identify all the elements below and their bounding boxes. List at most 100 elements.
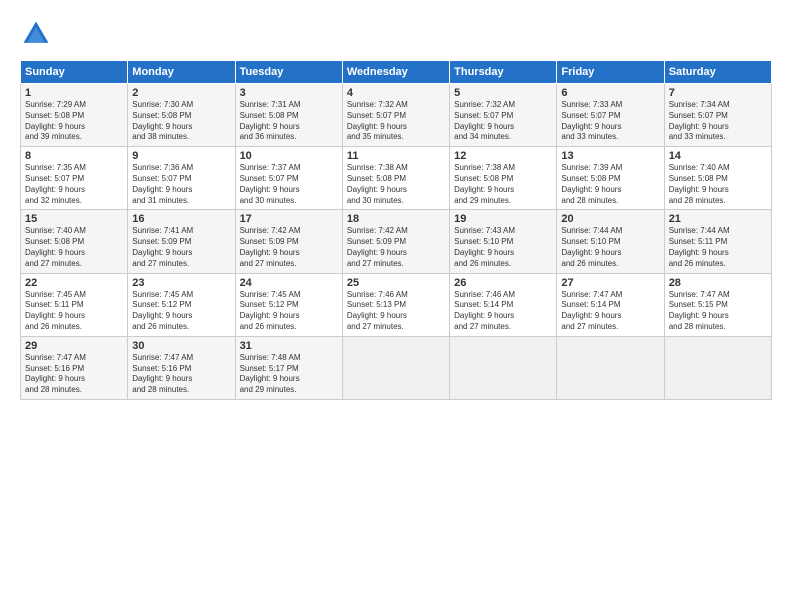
day-info: Sunrise: 7:30 AM Sunset: 5:08 PM Dayligh… <box>132 100 230 143</box>
day-number: 26 <box>454 277 552 289</box>
day-cell-15: 15Sunrise: 7:40 AM Sunset: 5:08 PM Dayli… <box>21 210 128 273</box>
day-cell-12: 12Sunrise: 7:38 AM Sunset: 5:08 PM Dayli… <box>450 147 557 210</box>
calendar-table: SundayMondayTuesdayWednesdayThursdayFrid… <box>20 60 772 400</box>
day-cell-30: 30Sunrise: 7:47 AM Sunset: 5:16 PM Dayli… <box>128 336 235 399</box>
day-info: Sunrise: 7:44 AM Sunset: 5:11 PM Dayligh… <box>669 226 767 269</box>
day-cell-20: 20Sunrise: 7:44 AM Sunset: 5:10 PM Dayli… <box>557 210 664 273</box>
day-cell-14: 14Sunrise: 7:40 AM Sunset: 5:08 PM Dayli… <box>664 147 771 210</box>
day-info: Sunrise: 7:47 AM Sunset: 5:15 PM Dayligh… <box>669 290 767 333</box>
day-cell-31: 31Sunrise: 7:48 AM Sunset: 5:17 PM Dayli… <box>235 336 342 399</box>
day-number: 4 <box>347 87 445 99</box>
empty-cell <box>450 336 557 399</box>
day-cell-8: 8Sunrise: 7:35 AM Sunset: 5:07 PM Daylig… <box>21 147 128 210</box>
weekday-header-friday: Friday <box>557 61 664 84</box>
day-number: 7 <box>669 87 767 99</box>
day-cell-27: 27Sunrise: 7:47 AM Sunset: 5:14 PM Dayli… <box>557 273 664 336</box>
day-info: Sunrise: 7:48 AM Sunset: 5:17 PM Dayligh… <box>240 353 338 396</box>
day-cell-23: 23Sunrise: 7:45 AM Sunset: 5:12 PM Dayli… <box>128 273 235 336</box>
day-cell-2: 2Sunrise: 7:30 AM Sunset: 5:08 PM Daylig… <box>128 84 235 147</box>
day-info: Sunrise: 7:42 AM Sunset: 5:09 PM Dayligh… <box>240 226 338 269</box>
day-number: 19 <box>454 213 552 225</box>
day-info: Sunrise: 7:35 AM Sunset: 5:07 PM Dayligh… <box>25 163 123 206</box>
day-number: 1 <box>25 87 123 99</box>
day-cell-17: 17Sunrise: 7:42 AM Sunset: 5:09 PM Dayli… <box>235 210 342 273</box>
day-number: 28 <box>669 277 767 289</box>
day-info: Sunrise: 7:39 AM Sunset: 5:08 PM Dayligh… <box>561 163 659 206</box>
day-cell-26: 26Sunrise: 7:46 AM Sunset: 5:14 PM Dayli… <box>450 273 557 336</box>
day-cell-4: 4Sunrise: 7:32 AM Sunset: 5:07 PM Daylig… <box>342 84 449 147</box>
day-number: 5 <box>454 87 552 99</box>
day-number: 11 <box>347 150 445 162</box>
day-info: Sunrise: 7:45 AM Sunset: 5:11 PM Dayligh… <box>25 290 123 333</box>
day-info: Sunrise: 7:42 AM Sunset: 5:09 PM Dayligh… <box>347 226 445 269</box>
day-number: 6 <box>561 87 659 99</box>
logo-icon <box>20 18 52 50</box>
weekday-header-thursday: Thursday <box>450 61 557 84</box>
day-number: 25 <box>347 277 445 289</box>
day-cell-7: 7Sunrise: 7:34 AM Sunset: 5:07 PM Daylig… <box>664 84 771 147</box>
week-row-3: 15Sunrise: 7:40 AM Sunset: 5:08 PM Dayli… <box>21 210 772 273</box>
day-info: Sunrise: 7:32 AM Sunset: 5:07 PM Dayligh… <box>454 100 552 143</box>
day-cell-13: 13Sunrise: 7:39 AM Sunset: 5:08 PM Dayli… <box>557 147 664 210</box>
day-info: Sunrise: 7:31 AM Sunset: 5:08 PM Dayligh… <box>240 100 338 143</box>
day-number: 24 <box>240 277 338 289</box>
weekday-header-monday: Monday <box>128 61 235 84</box>
empty-cell <box>557 336 664 399</box>
day-info: Sunrise: 7:41 AM Sunset: 5:09 PM Dayligh… <box>132 226 230 269</box>
day-info: Sunrise: 7:44 AM Sunset: 5:10 PM Dayligh… <box>561 226 659 269</box>
day-info: Sunrise: 7:46 AM Sunset: 5:13 PM Dayligh… <box>347 290 445 333</box>
day-info: Sunrise: 7:29 AM Sunset: 5:08 PM Dayligh… <box>25 100 123 143</box>
day-cell-16: 16Sunrise: 7:41 AM Sunset: 5:09 PM Dayli… <box>128 210 235 273</box>
day-info: Sunrise: 7:47 AM Sunset: 5:14 PM Dayligh… <box>561 290 659 333</box>
day-info: Sunrise: 7:38 AM Sunset: 5:08 PM Dayligh… <box>347 163 445 206</box>
day-info: Sunrise: 7:33 AM Sunset: 5:07 PM Dayligh… <box>561 100 659 143</box>
day-cell-1: 1Sunrise: 7:29 AM Sunset: 5:08 PM Daylig… <box>21 84 128 147</box>
weekday-header-saturday: Saturday <box>664 61 771 84</box>
day-number: 8 <box>25 150 123 162</box>
day-number: 2 <box>132 87 230 99</box>
empty-cell <box>342 336 449 399</box>
day-info: Sunrise: 7:36 AM Sunset: 5:07 PM Dayligh… <box>132 163 230 206</box>
day-info: Sunrise: 7:40 AM Sunset: 5:08 PM Dayligh… <box>25 226 123 269</box>
day-number: 20 <box>561 213 659 225</box>
day-cell-22: 22Sunrise: 7:45 AM Sunset: 5:11 PM Dayli… <box>21 273 128 336</box>
page: SundayMondayTuesdayWednesdayThursdayFrid… <box>0 0 792 612</box>
day-info: Sunrise: 7:40 AM Sunset: 5:08 PM Dayligh… <box>669 163 767 206</box>
day-info: Sunrise: 7:32 AM Sunset: 5:07 PM Dayligh… <box>347 100 445 143</box>
day-cell-28: 28Sunrise: 7:47 AM Sunset: 5:15 PM Dayli… <box>664 273 771 336</box>
day-info: Sunrise: 7:45 AM Sunset: 5:12 PM Dayligh… <box>132 290 230 333</box>
weekday-header-wednesday: Wednesday <box>342 61 449 84</box>
day-cell-18: 18Sunrise: 7:42 AM Sunset: 5:09 PM Dayli… <box>342 210 449 273</box>
day-cell-11: 11Sunrise: 7:38 AM Sunset: 5:08 PM Dayli… <box>342 147 449 210</box>
day-info: Sunrise: 7:37 AM Sunset: 5:07 PM Dayligh… <box>240 163 338 206</box>
day-number: 23 <box>132 277 230 289</box>
day-info: Sunrise: 7:47 AM Sunset: 5:16 PM Dayligh… <box>132 353 230 396</box>
weekday-header-sunday: Sunday <box>21 61 128 84</box>
day-number: 21 <box>669 213 767 225</box>
day-cell-21: 21Sunrise: 7:44 AM Sunset: 5:11 PM Dayli… <box>664 210 771 273</box>
day-number: 12 <box>454 150 552 162</box>
day-info: Sunrise: 7:34 AM Sunset: 5:07 PM Dayligh… <box>669 100 767 143</box>
day-number: 13 <box>561 150 659 162</box>
day-info: Sunrise: 7:43 AM Sunset: 5:10 PM Dayligh… <box>454 226 552 269</box>
day-number: 22 <box>25 277 123 289</box>
day-cell-25: 25Sunrise: 7:46 AM Sunset: 5:13 PM Dayli… <box>342 273 449 336</box>
day-info: Sunrise: 7:47 AM Sunset: 5:16 PM Dayligh… <box>25 353 123 396</box>
day-number: 27 <box>561 277 659 289</box>
week-row-5: 29Sunrise: 7:47 AM Sunset: 5:16 PM Dayli… <box>21 336 772 399</box>
day-number: 15 <box>25 213 123 225</box>
header <box>20 18 772 50</box>
day-number: 31 <box>240 340 338 352</box>
weekday-header-row: SundayMondayTuesdayWednesdayThursdayFrid… <box>21 61 772 84</box>
day-cell-10: 10Sunrise: 7:37 AM Sunset: 5:07 PM Dayli… <box>235 147 342 210</box>
day-number: 18 <box>347 213 445 225</box>
day-cell-5: 5Sunrise: 7:32 AM Sunset: 5:07 PM Daylig… <box>450 84 557 147</box>
day-info: Sunrise: 7:46 AM Sunset: 5:14 PM Dayligh… <box>454 290 552 333</box>
day-number: 30 <box>132 340 230 352</box>
day-cell-19: 19Sunrise: 7:43 AM Sunset: 5:10 PM Dayli… <box>450 210 557 273</box>
weekday-header-tuesday: Tuesday <box>235 61 342 84</box>
day-number: 9 <box>132 150 230 162</box>
empty-cell <box>664 336 771 399</box>
day-number: 16 <box>132 213 230 225</box>
logo <box>20 18 58 50</box>
